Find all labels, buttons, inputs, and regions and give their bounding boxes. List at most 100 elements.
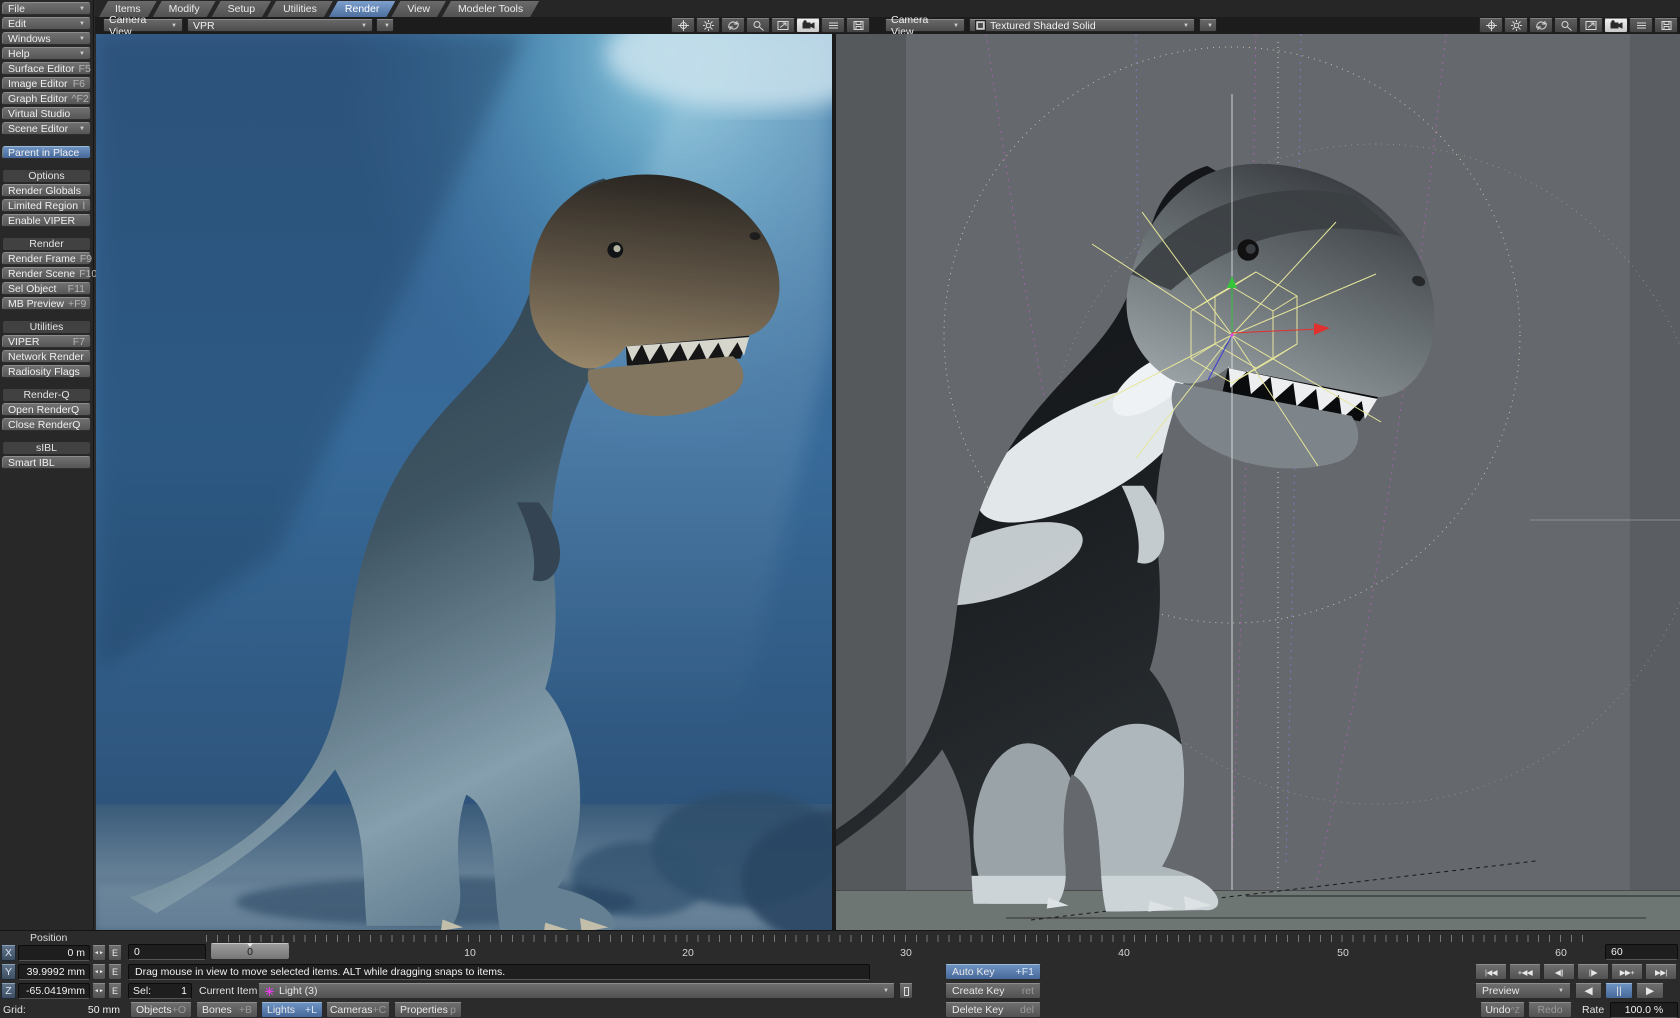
radiosity-flags-button[interactable]: Radiosity Flags bbox=[2, 365, 91, 378]
viewport-vpr[interactable] bbox=[96, 34, 832, 930]
z-value-field[interactable]: -65.0419mm bbox=[18, 983, 90, 999]
graph-editor-button[interactable]: Graph Editor^F2 bbox=[2, 92, 91, 105]
step-forward-button[interactable]: ||▶ bbox=[1577, 964, 1609, 980]
move-view-icon[interactable] bbox=[1479, 18, 1503, 33]
y-nudge-button[interactable]: ◄► bbox=[92, 964, 106, 980]
left-viewport-options-dropdown[interactable]: ▼ bbox=[376, 19, 394, 32]
x-axis-toggle[interactable]: X bbox=[1, 945, 16, 961]
camera-match-icon[interactable] bbox=[796, 18, 820, 33]
go-end-button[interactable]: ▶▶| bbox=[1645, 964, 1677, 980]
item-edit-button[interactable] bbox=[899, 983, 913, 999]
z-nudge-button[interactable]: ◄► bbox=[92, 983, 106, 999]
camera-match-icon[interactable] bbox=[1604, 18, 1628, 33]
selection-count-field[interactable]: Sel: 1 bbox=[128, 983, 192, 999]
objects-mode-button[interactable]: Objects+O bbox=[130, 1002, 192, 1018]
enable-viper-button[interactable]: Enable VIPER bbox=[2, 214, 91, 227]
bones-mode-button[interactable]: Bones+B bbox=[196, 1002, 258, 1018]
transport-controls: |◀◀ +◀◀ ◀|| ||▶ ▶▶+ ▶▶| bbox=[1475, 964, 1677, 980]
prev-key-button[interactable]: +◀◀ bbox=[1509, 964, 1541, 980]
x-value-field[interactable]: 0 m bbox=[18, 945, 90, 961]
viewport-shaded[interactable] bbox=[836, 34, 1680, 930]
edit-box-icon bbox=[904, 987, 909, 996]
image-editor-button[interactable]: Image EditorF6 bbox=[2, 77, 91, 90]
zoom-view-icon[interactable] bbox=[1554, 18, 1578, 33]
right-render-mode-dropdown[interactable]: Textured Shaded Solid▼ bbox=[969, 19, 1195, 32]
save-view-icon[interactable] bbox=[1654, 18, 1678, 33]
delete-key-button[interactable]: Delete Keydel bbox=[945, 1002, 1041, 1018]
step-back-button[interactable]: ◀|| bbox=[1543, 964, 1575, 980]
left-render-mode-dropdown[interactable]: VPR▼ bbox=[187, 19, 373, 32]
render-globals-button[interactable]: Render Globals bbox=[2, 184, 91, 197]
tab-view[interactable]: View bbox=[391, 1, 446, 17]
fit-view-icon[interactable] bbox=[1579, 18, 1603, 33]
end-frame-field[interactable]: 60 bbox=[1605, 944, 1678, 960]
surface-editor-button[interactable]: Surface EditorF5 bbox=[2, 62, 91, 75]
current-item-dropdown[interactable]: Light (3) ▼ bbox=[258, 983, 895, 999]
utilities-section-label: Utilities bbox=[3, 321, 90, 333]
ruler-label: 10 bbox=[455, 947, 485, 959]
left-toolbar: File▼ Edit▼ Windows▼ Help▼ Surface Edito… bbox=[0, 0, 94, 930]
right-view-type-dropdown[interactable]: Camera View▼ bbox=[885, 19, 965, 32]
mb-preview-button[interactable]: MB Preview+F9 bbox=[2, 297, 91, 310]
play-forward-button[interactable]: ▶ bbox=[1636, 983, 1664, 999]
redo-button[interactable]: Redo bbox=[1528, 1002, 1572, 1018]
rotate-view-icon[interactable] bbox=[721, 18, 745, 33]
help-menu[interactable]: Help▼ bbox=[2, 47, 91, 60]
edit-menu[interactable]: Edit▼ bbox=[2, 17, 91, 30]
save-view-icon[interactable] bbox=[846, 18, 870, 33]
view-menu-icon[interactable] bbox=[1629, 18, 1653, 33]
camera-frame-right bbox=[1630, 34, 1680, 930]
next-key-button[interactable]: ▶▶+ bbox=[1611, 964, 1643, 980]
go-start-button[interactable]: |◀◀ bbox=[1475, 964, 1507, 980]
scene-editor-button[interactable]: Scene Editor▼ bbox=[2, 122, 91, 135]
file-menu[interactable]: File▼ bbox=[2, 2, 91, 15]
z-axis-toggle[interactable]: Z bbox=[1, 983, 16, 999]
current-frame-field[interactable]: 0 bbox=[128, 944, 206, 960]
properties-button[interactable]: Propertiesp bbox=[394, 1002, 462, 1018]
frame-slider-knob[interactable]: 0 bbox=[210, 943, 290, 960]
timeline-ruler[interactable] bbox=[206, 935, 1586, 942]
open-renderq-button[interactable]: Open RenderQ bbox=[2, 403, 91, 416]
pan-view-icon[interactable] bbox=[696, 18, 720, 33]
x-envelope-button[interactable]: E bbox=[108, 945, 122, 961]
pause-button[interactable]: || bbox=[1605, 983, 1633, 999]
right-viewport-options-dropdown[interactable]: ▼ bbox=[1199, 19, 1217, 32]
z-envelope-button[interactable]: E bbox=[108, 983, 122, 999]
tab-render[interactable]: Render bbox=[329, 1, 395, 17]
y-axis-toggle[interactable]: Y bbox=[1, 964, 16, 980]
sel-object-button[interactable]: Sel ObjectF11 bbox=[2, 282, 91, 295]
viper-button[interactable]: VIPERF7 bbox=[2, 335, 91, 348]
rate-field[interactable]: 100.0 % bbox=[1610, 1002, 1678, 1018]
tab-setup[interactable]: Setup bbox=[212, 1, 271, 17]
tab-utilities[interactable]: Utilities bbox=[267, 1, 333, 17]
y-value-field[interactable]: 39.9992 mm bbox=[18, 964, 90, 980]
render-frame-button[interactable]: Render FrameF9 bbox=[2, 252, 91, 265]
limited-region-button[interactable]: Limited Regionl bbox=[2, 199, 91, 212]
left-view-type-dropdown[interactable]: Camera View▼ bbox=[103, 19, 183, 32]
rotate-view-icon[interactable] bbox=[1529, 18, 1553, 33]
tab-modeler-tools[interactable]: Modeler Tools bbox=[442, 1, 539, 17]
auto-key-button[interactable]: Auto Key+F1 bbox=[945, 964, 1041, 980]
preview-dropdown[interactable]: Preview▼ bbox=[1475, 983, 1571, 999]
windows-menu[interactable]: Windows▼ bbox=[2, 32, 91, 45]
view-menu-icon[interactable] bbox=[821, 18, 845, 33]
left-viewport-tools bbox=[671, 18, 870, 33]
close-renderq-button[interactable]: Close RenderQ bbox=[2, 418, 91, 431]
network-render-button[interactable]: Network Render bbox=[2, 350, 91, 363]
x-nudge-button[interactable]: ◄► bbox=[92, 945, 106, 961]
pan-view-icon[interactable] bbox=[1504, 18, 1528, 33]
smart-ibl-button[interactable]: Smart IBL bbox=[2, 456, 91, 469]
lights-mode-button[interactable]: Lights+L bbox=[261, 1002, 323, 1018]
zoom-view-icon[interactable] bbox=[746, 18, 770, 33]
virtual-studio-button[interactable]: Virtual Studio bbox=[2, 107, 91, 120]
undo-button[interactable]: Undo^Z bbox=[1480, 1002, 1525, 1018]
cameras-mode-button[interactable]: Cameras+C bbox=[326, 1002, 390, 1018]
create-key-button[interactable]: Create Keyret bbox=[945, 983, 1041, 999]
y-envelope-button[interactable]: E bbox=[108, 964, 122, 980]
move-view-icon[interactable] bbox=[671, 18, 695, 33]
fit-view-icon[interactable] bbox=[771, 18, 795, 33]
play-reverse-button[interactable]: ◀ bbox=[1575, 983, 1602, 999]
parent-in-place-button[interactable]: Parent in Place bbox=[2, 146, 91, 159]
status-message: Drag mouse in view to move selected item… bbox=[128, 964, 870, 980]
render-scene-button[interactable]: Render SceneF10 bbox=[2, 267, 91, 280]
